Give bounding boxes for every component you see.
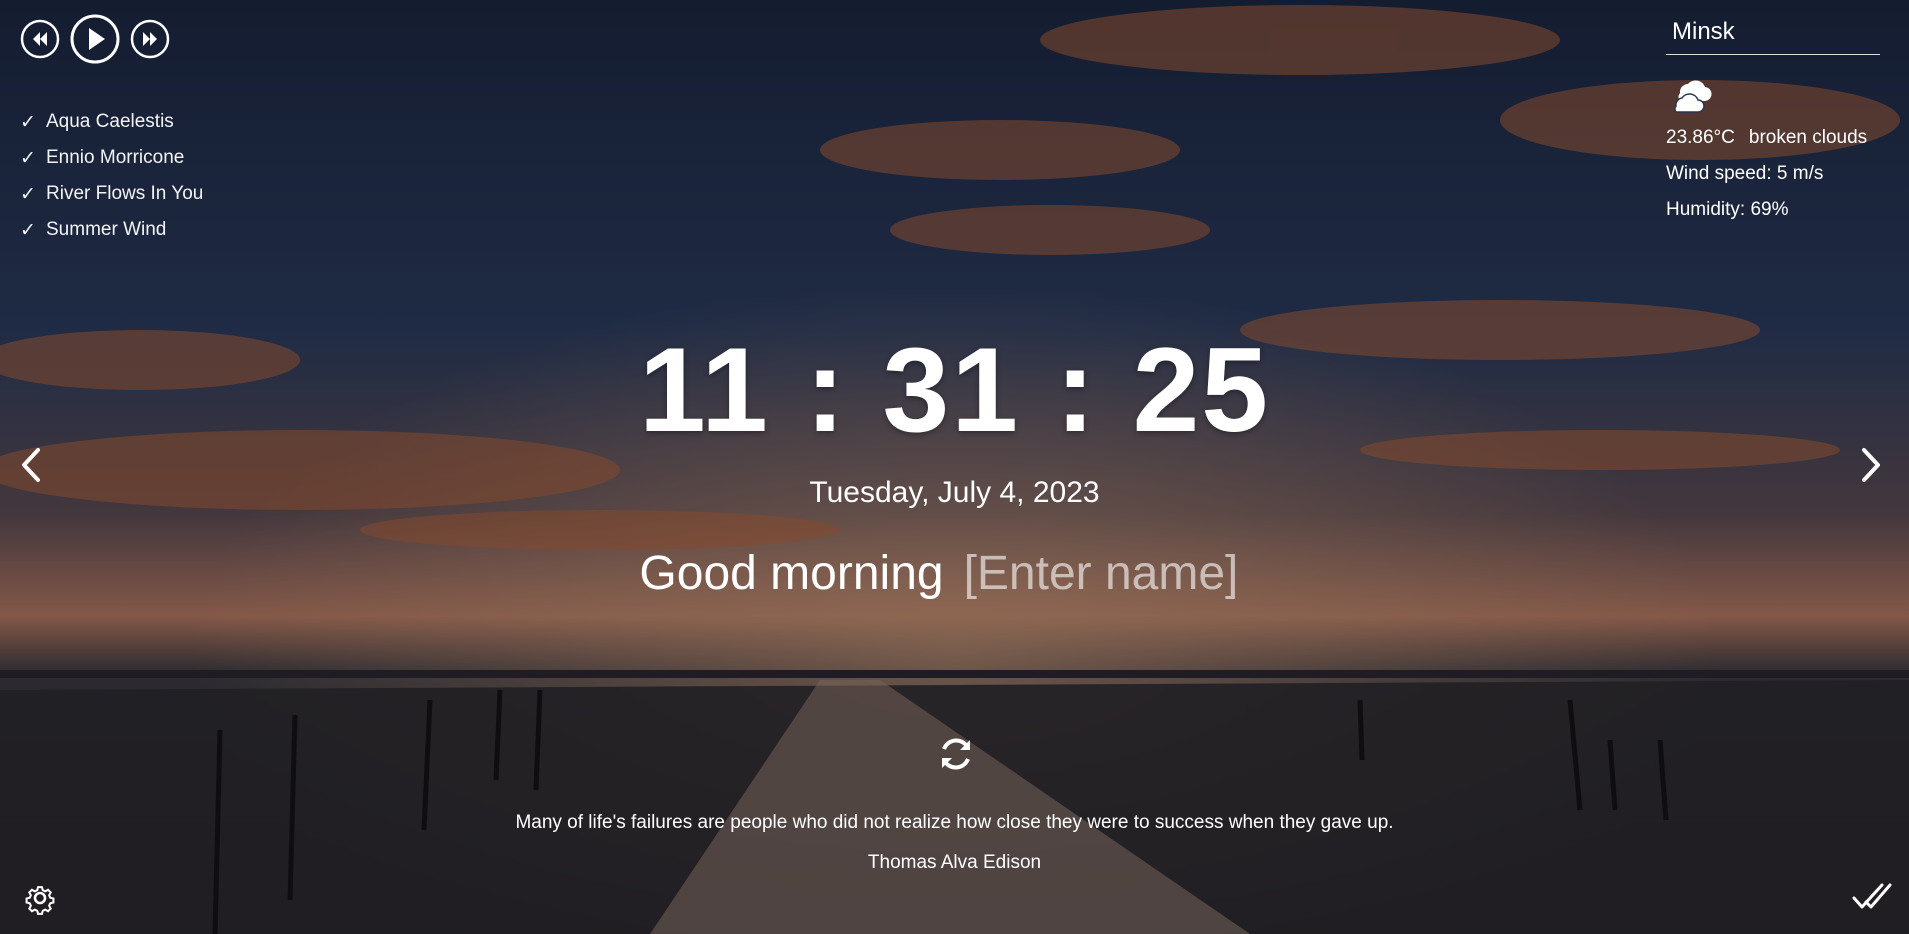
greeting-container: Good morning xyxy=(0,546,1909,601)
playlist: ✓ Aqua Caelestis ✓ Ennio Morricone ✓ Riv… xyxy=(20,104,203,248)
playlist-item[interactable]: ✓ River Flows In You xyxy=(20,176,203,212)
refresh-icon[interactable] xyxy=(934,732,978,776)
wind-speed: Wind speed: 5 m/s xyxy=(1666,163,1824,184)
name-input[interactable] xyxy=(957,546,1270,601)
humidity: Humidity: 69% xyxy=(1666,199,1789,220)
playlist-item[interactable]: ✓ Summer Wind xyxy=(20,212,203,248)
city-input[interactable] xyxy=(1666,14,1880,55)
check-icon: ✓ xyxy=(20,219,36,241)
background-image xyxy=(0,0,1909,934)
playlist-item[interactable]: ✓ Aqua Caelestis xyxy=(20,104,203,140)
rewind-icon[interactable] xyxy=(20,19,60,59)
temperature: 23.86°C xyxy=(1666,127,1735,148)
check-icon: ✓ xyxy=(20,111,36,133)
quote-author: Thomas Alva Edison xyxy=(867,852,1042,873)
date: Tuesday, July 4, 2023 xyxy=(809,476,1100,509)
track-title: Aqua Caelestis xyxy=(46,111,174,132)
playlist-item[interactable]: ✓ Ennio Morricone xyxy=(20,140,203,176)
track-title: River Flows In You xyxy=(46,183,204,204)
track-title: Ennio Morricone xyxy=(46,147,185,168)
fast-forward-icon[interactable] xyxy=(130,19,170,59)
gear-icon[interactable] xyxy=(22,880,58,916)
play-icon[interactable] xyxy=(70,14,120,64)
weather-summary: 23.86°C broken clouds xyxy=(1666,127,1880,149)
weather-description: broken clouds xyxy=(1748,127,1868,148)
double-check-icon[interactable] xyxy=(1852,880,1892,914)
cloud-icon xyxy=(1666,73,1880,113)
check-icon: ✓ xyxy=(20,183,36,205)
audio-player xyxy=(20,14,170,64)
weather-widget: 23.86°C broken clouds Wind speed: 5 m/s H… xyxy=(1666,14,1880,221)
quote-text: Many of life's failures are people who d… xyxy=(515,812,1394,833)
greeting-text: Good morning xyxy=(639,547,944,600)
clock: 11 : 31 : 25 xyxy=(638,323,1271,457)
check-icon: ✓ xyxy=(20,147,36,169)
track-title: Summer Wind xyxy=(46,219,167,240)
